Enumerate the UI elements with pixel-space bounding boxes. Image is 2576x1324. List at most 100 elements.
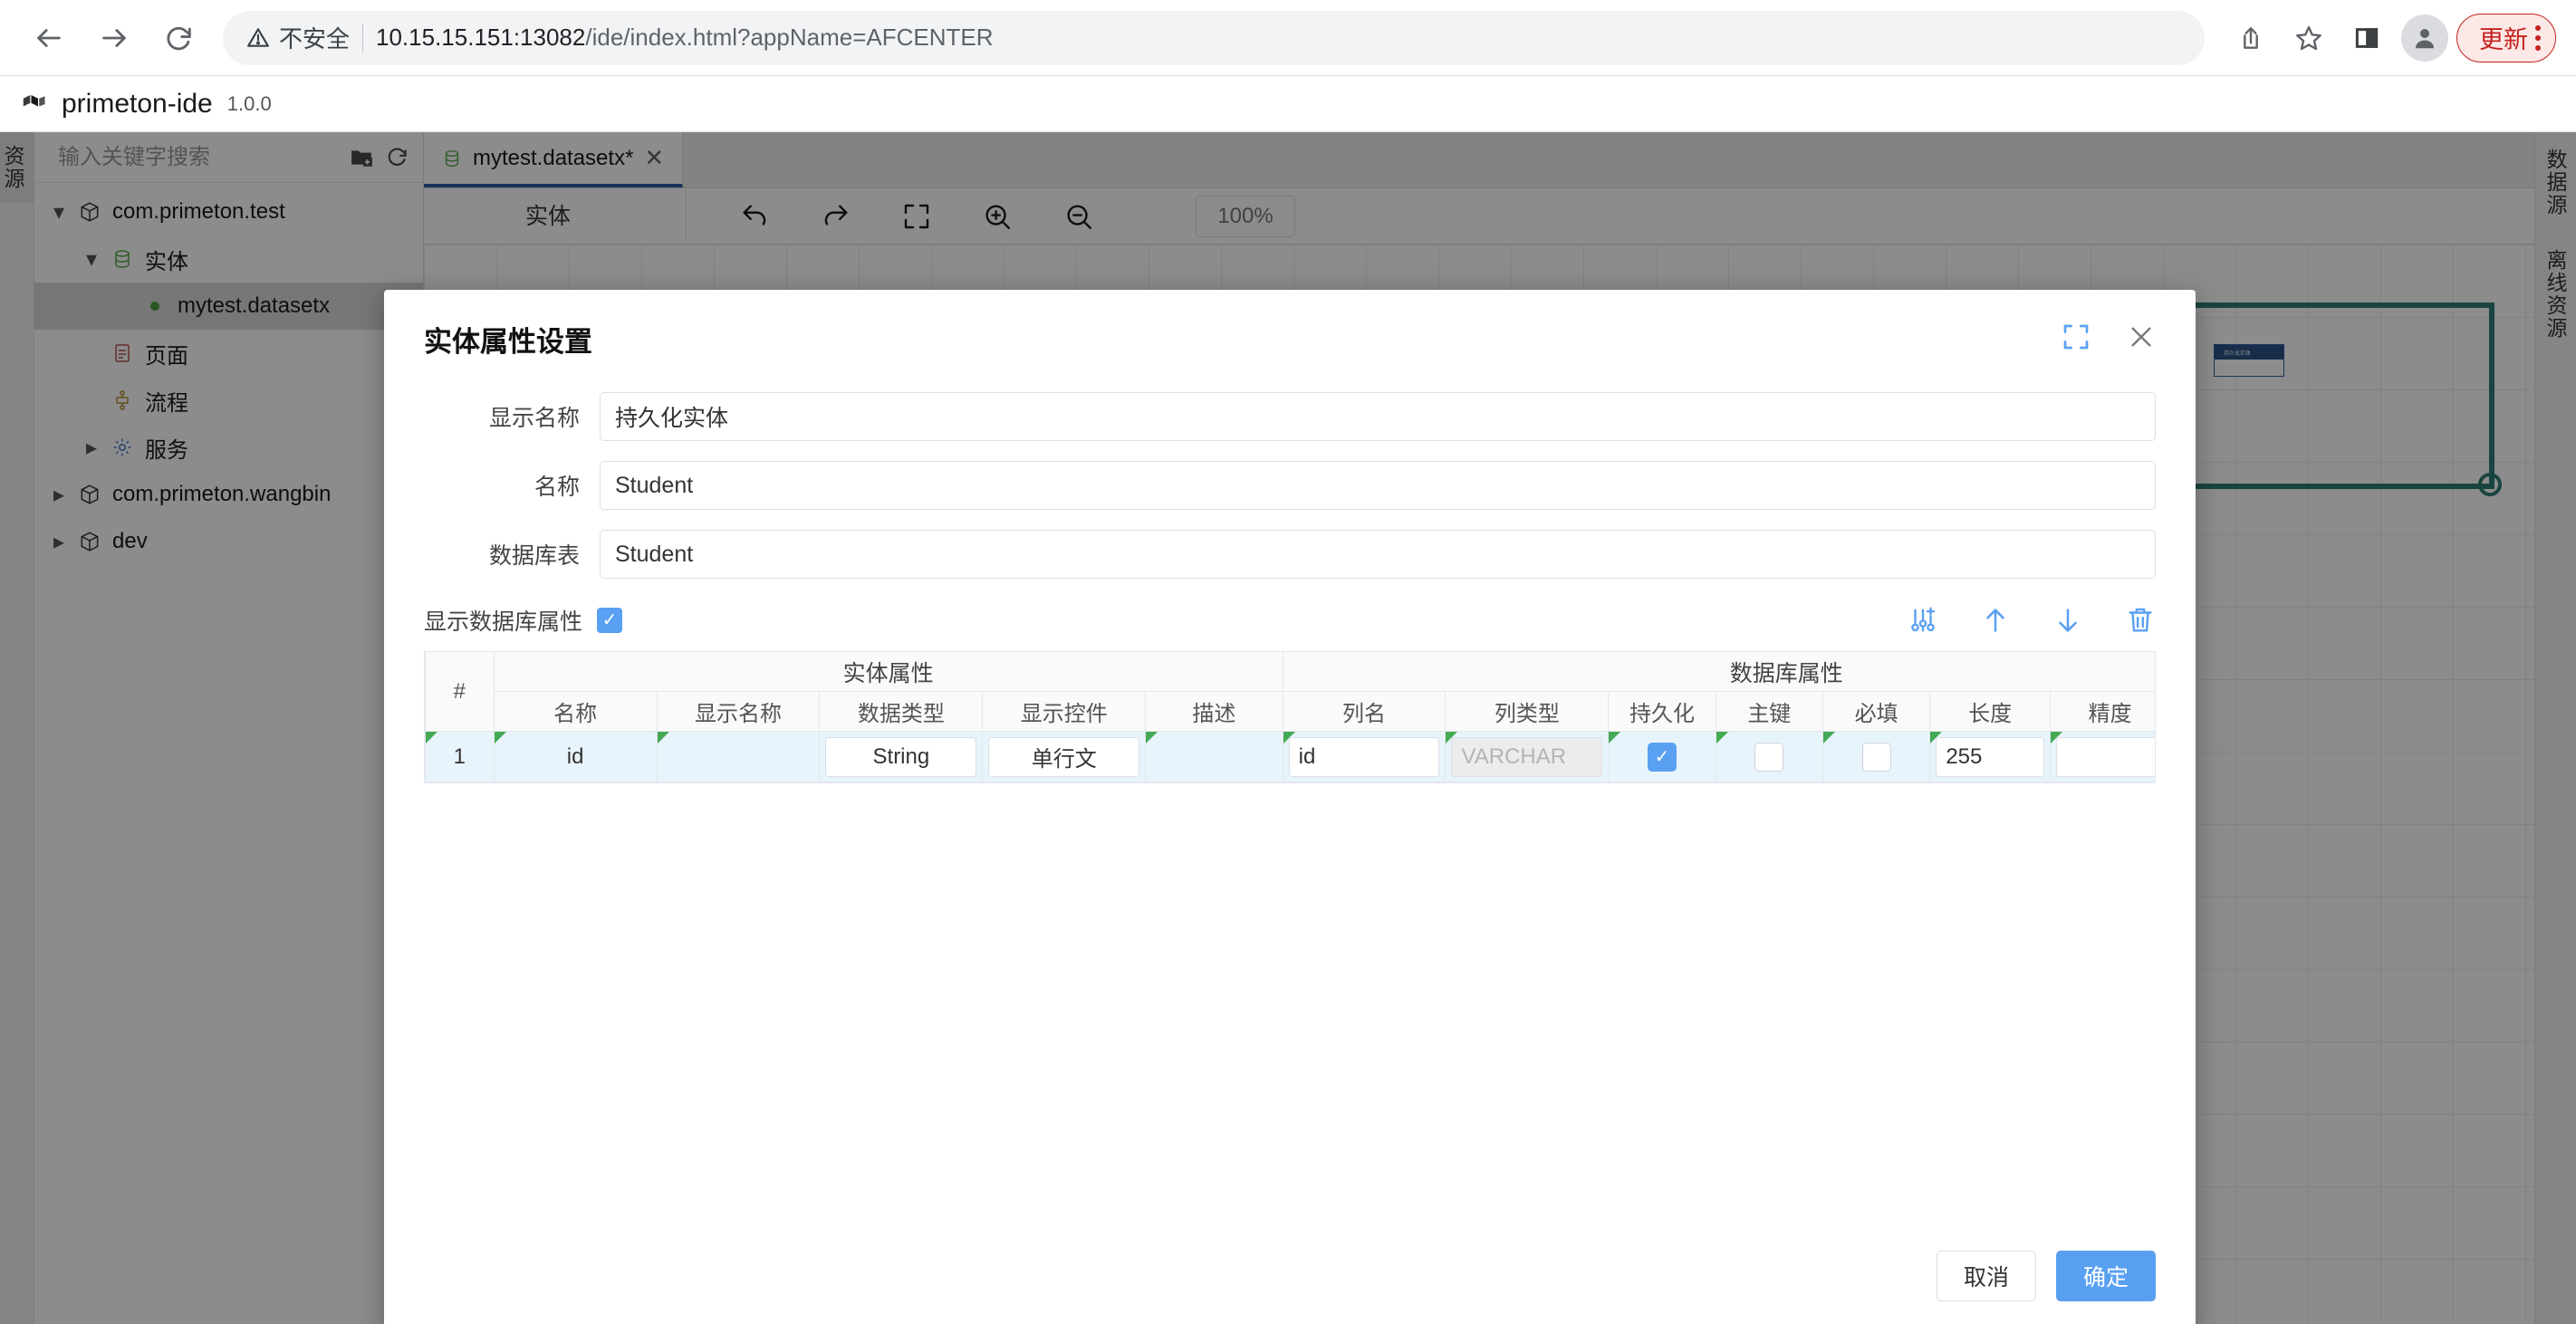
- delete-icon[interactable]: [2125, 605, 2156, 636]
- required-checkbox-wrap: [1823, 732, 1929, 782]
- col-persistent: 持久化: [1608, 691, 1716, 732]
- col-precision: 精度: [2049, 691, 2155, 732]
- cell-precision[interactable]: [2049, 731, 2155, 782]
- persistent-checkbox[interactable]: [1647, 742, 1677, 772]
- security-label: 不安全: [279, 25, 351, 53]
- show-db-props-checkbox[interactable]: [597, 608, 623, 633]
- form-row-name: 名称: [424, 461, 2156, 510]
- add-property-icon[interactable]: [1908, 605, 1938, 636]
- reload-button[interactable]: [150, 9, 208, 67]
- cell-column-type[interactable]: [1445, 731, 1610, 782]
- security-indicator[interactable]: 不安全: [246, 21, 350, 54]
- cell-display-name[interactable]: [656, 731, 821, 782]
- col-length: 长度: [1929, 691, 2051, 732]
- table-head: # 实体属性 数据库属性 名称 显示名称 数据类型 显示控件 描述 列名 列类型: [425, 651, 2155, 732]
- app-version: 1.0.0: [226, 91, 272, 115]
- column-type-input: [1451, 736, 1603, 777]
- show-db-props-label: 显示数据库属性: [424, 609, 583, 635]
- entity-property-dialog: 实体属性设置 显示名称 名称 数据库表: [384, 290, 2196, 1324]
- app-title: primeton-ide: [62, 88, 213, 119]
- show-db-props-row: 显示数据库属性: [424, 604, 2156, 637]
- cell-primary-key[interactable]: [1715, 731, 1823, 782]
- col-column-name: 列名: [1282, 691, 1447, 732]
- table-row[interactable]: 1 id: [425, 731, 2155, 782]
- workbench: 资源 ▾: [0, 132, 2576, 1324]
- row-index-value: 1: [453, 744, 466, 769]
- group-entity-properties: 实体属性: [493, 651, 1283, 692]
- reload-icon: [167, 26, 191, 50]
- update-button[interactable]: 更新: [2456, 13, 2556, 62]
- side-panel-button[interactable]: [2341, 12, 2393, 64]
- cell-length[interactable]: [1929, 731, 2051, 782]
- url-host: 10.15.15.151:13082: [376, 24, 586, 51]
- cell-description[interactable]: [1145, 731, 1283, 782]
- precision-input[interactable]: [2055, 736, 2155, 777]
- name-field[interactable]: [600, 461, 2156, 510]
- required-checkbox[interactable]: [1861, 742, 1891, 772]
- column-name-input[interactable]: [1288, 736, 1440, 777]
- confirm-button[interactable]: 确定: [2056, 1251, 2156, 1301]
- app-header: primeton-ide 1.0.0: [0, 76, 2576, 132]
- label-display-name: 显示名称: [488, 406, 580, 431]
- primeton-logo-icon: [23, 94, 45, 106]
- url-path: /ide/index.html?appName=AFCENTER: [585, 24, 994, 51]
- bookmark-button[interactable]: [2283, 12, 2335, 64]
- profile-button[interactable]: [2398, 12, 2451, 64]
- row-name-value: id: [566, 744, 584, 769]
- form-row-display-name: 显示名称: [424, 392, 2156, 441]
- cell-name[interactable]: id: [493, 731, 658, 782]
- side-panel-icon: [2355, 27, 2379, 48]
- property-grid[interactable]: # 实体属性 数据库属性 名称 显示名称 数据类型 显示控件 描述 列名 列类型: [424, 651, 2156, 783]
- table-column-header-row: 名称 显示名称 数据类型 显示控件 描述 列名 列类型 持久化 主键 必填 长度…: [426, 691, 2155, 732]
- address-bar[interactable]: 不安全 10.15.15.151:13082/ide/index.html?ap…: [223, 10, 2205, 65]
- cell-column-name[interactable]: [1282, 731, 1447, 782]
- form-row-db-table: 数据库表: [424, 530, 2156, 579]
- back-button[interactable]: [20, 9, 78, 67]
- display-name-field[interactable]: [600, 392, 2156, 441]
- persistent-checkbox-wrap: [1609, 732, 1715, 782]
- db-table-field[interactable]: [600, 530, 2156, 579]
- primary-key-checkbox[interactable]: [1754, 742, 1784, 772]
- star-icon: [2296, 25, 2321, 50]
- cell-index: 1: [425, 731, 495, 782]
- forward-arrow-icon: [102, 28, 126, 47]
- person-glyph-icon: [2416, 28, 2434, 48]
- col-description: 描述: [1145, 691, 1283, 732]
- url-text: 10.15.15.151:13082/ide/index.html?appNam…: [376, 24, 993, 52]
- widget-select[interactable]: [988, 736, 1140, 777]
- col-widget: 显示控件: [982, 691, 1147, 732]
- share-button[interactable]: [2225, 12, 2277, 64]
- group-database-properties: 数据库属性: [1282, 651, 2155, 692]
- grid-action-buttons: [1908, 605, 2156, 636]
- forward-button[interactable]: [85, 9, 143, 67]
- dialog-header-actions: [2062, 319, 2156, 351]
- profile-avatar-icon: [2401, 14, 2448, 62]
- dialog-footer: 取消 确定: [384, 1251, 2196, 1324]
- close-icon[interactable]: [2127, 322, 2156, 351]
- property-table: # 实体属性 数据库属性 名称 显示名称 数据类型 显示控件 描述 列名 列类型: [425, 651, 2155, 782]
- maximize-icon[interactable]: [2062, 322, 2091, 351]
- length-input[interactable]: [1936, 736, 2044, 777]
- col-index: #: [425, 651, 495, 732]
- move-down-icon[interactable]: [2052, 605, 2083, 636]
- table-body: 1 id: [425, 731, 2155, 782]
- dialog-header: 实体属性设置: [384, 290, 2196, 360]
- dialog-body: 显示名称 名称 数据库表 显示数据库属性: [384, 360, 2196, 1251]
- dialog-title: 实体属性设置: [424, 326, 592, 358]
- cell-required[interactable]: [1821, 731, 1931, 782]
- share-icon: [2244, 26, 2258, 49]
- move-up-icon[interactable]: [1980, 605, 2011, 636]
- cell-widget[interactable]: [982, 731, 1147, 782]
- table-group-header-row: # 实体属性 数据库属性: [425, 651, 2155, 732]
- col-name: 名称: [493, 691, 658, 732]
- cell-persistent[interactable]: [1608, 731, 1716, 782]
- browser-toolbar: 不安全 10.15.15.151:13082/ide/index.html?ap…: [0, 0, 2576, 76]
- cell-data-type[interactable]: [819, 731, 984, 782]
- omnibox-divider: [362, 23, 364, 53]
- kebab-menu-icon[interactable]: [2535, 24, 2541, 51]
- col-display-name: 显示名称: [656, 691, 821, 732]
- data-type-select[interactable]: [825, 736, 977, 777]
- label-name: 名称: [533, 475, 580, 500]
- cancel-button[interactable]: 取消: [1937, 1251, 2036, 1301]
- update-label: 更新: [2479, 26, 2528, 53]
